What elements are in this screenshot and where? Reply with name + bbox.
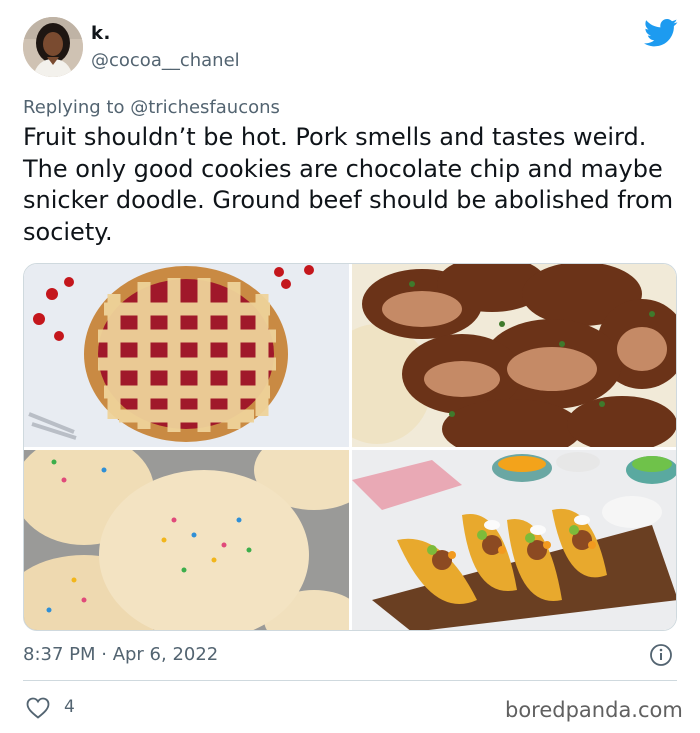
replying-to-prefix: Replying to [23, 97, 125, 118]
media-image-pork[interactable] [352, 264, 676, 447]
tweet-text: Fruit shouldn’t be hot. Pork smells and … [23, 123, 674, 246]
heart-icon[interactable] [26, 697, 50, 719]
user-handle[interactable]: @cocoa__chanel [91, 50, 240, 71]
display-name[interactable]: k. [91, 23, 111, 44]
twitter-bird-icon[interactable] [644, 18, 678, 48]
info-icon[interactable] [649, 643, 673, 667]
avatar-image [23, 17, 83, 77]
like-count: 4 [64, 697, 75, 717]
watermark: boredpanda.com [505, 698, 683, 722]
media-image-tacos[interactable] [352, 450, 676, 630]
media-image-cookies[interactable] [24, 450, 349, 630]
tweet-timestamp[interactable]: 8:37 PM · Apr 6, 2022 [23, 644, 218, 665]
replying-to-line: Replying to @trichesfaucons [23, 97, 280, 118]
media-grid [23, 263, 677, 631]
avatar[interactable] [23, 17, 83, 77]
reply-mention-link[interactable]: @trichesfaucons [130, 97, 280, 118]
media-image-pie[interactable] [24, 264, 349, 447]
divider [23, 680, 677, 681]
